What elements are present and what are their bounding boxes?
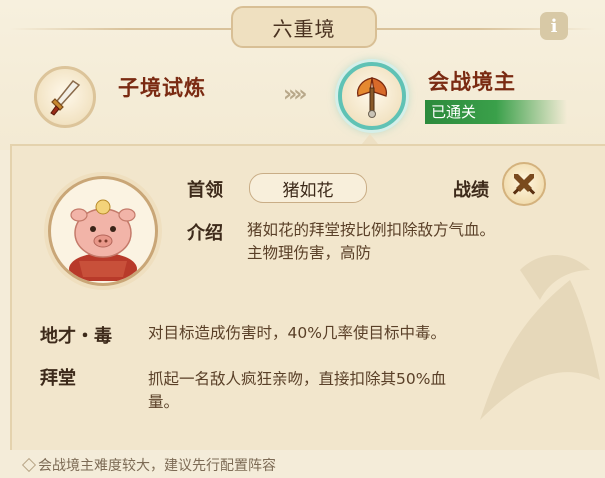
boss-portrait — [48, 176, 158, 286]
boss-name: 猪如花 — [249, 173, 367, 203]
leader-label: 首领 — [187, 180, 223, 201]
trait-desc-bow-line-1: 抓起一名敌人疯狂亲吻，直接扣除其50%血 — [148, 370, 446, 388]
cleared-status-badge: 已通关 — [425, 100, 567, 124]
pig-boss-avatar-icon — [69, 199, 137, 281]
record-label: 战绩 — [453, 180, 489, 201]
stage-sub-trial-icon[interactable] — [34, 66, 96, 128]
record-button[interactable] — [502, 162, 546, 206]
trait-desc-bow-line-2: 量。 — [148, 393, 180, 411]
stage-arrow-icon: »» — [283, 82, 308, 107]
stage-sub-trial-label[interactable]: 子境试炼 — [118, 72, 206, 102]
trait-name-poison: 地才・毒 — [40, 326, 112, 347]
trait-name-bow: 拜堂 — [40, 368, 76, 389]
stage-boss-battle-label[interactable]: 会战境主 — [428, 66, 516, 96]
sword-icon — [50, 79, 81, 116]
battle-axe-icon — [356, 77, 388, 118]
crossed-swords-icon — [512, 174, 536, 195]
selection-pointer — [362, 134, 378, 144]
page-title: 六重境 — [231, 6, 377, 48]
intro-label: 介绍 — [187, 223, 223, 244]
watermark-emblem-icon — [480, 255, 600, 420]
info-button[interactable]: i — [540, 12, 568, 40]
stage-boss-battle-icon[interactable] — [338, 62, 406, 130]
tip-diamond-icon — [21, 457, 37, 473]
intro-text-line-2: 主物理伤害，高防 — [247, 244, 372, 262]
footer-tip: 会战境主难度较大，建议先行配置阵容 — [38, 458, 276, 474]
intro-text-line-1: 猪如花的拜堂按比例扣除敌方气血。 — [247, 221, 496, 239]
trait-desc-poison: 对目标造成伤害时，40%几率使目标中毒。 — [148, 324, 446, 342]
